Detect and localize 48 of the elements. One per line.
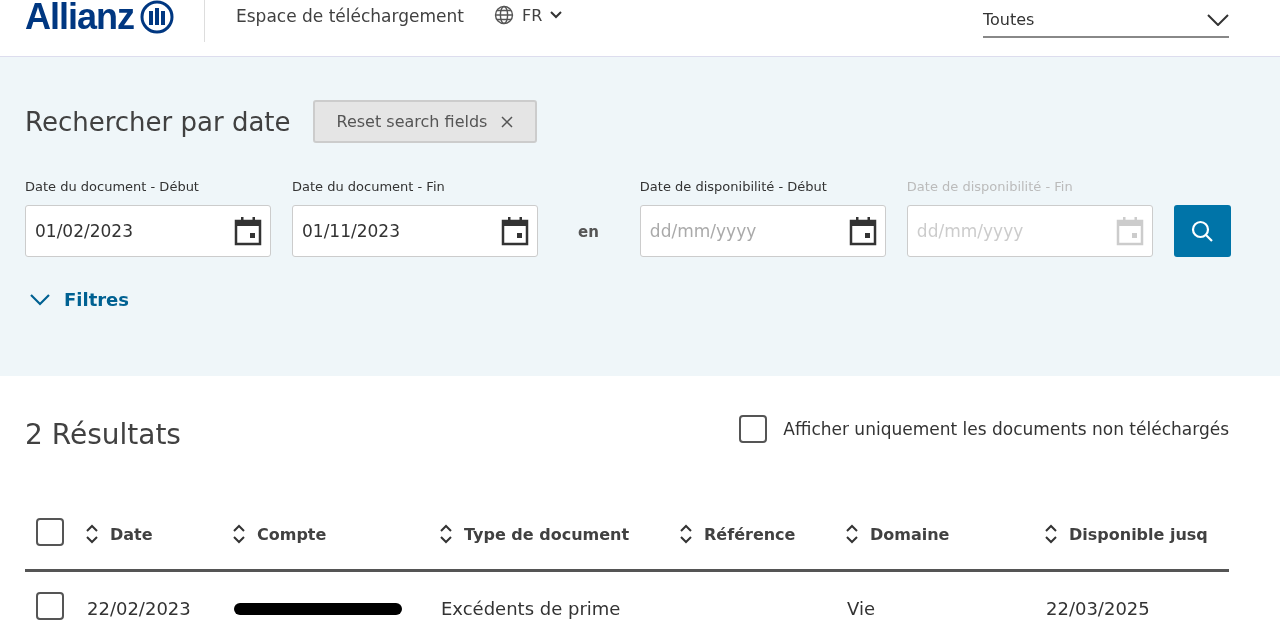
- chevron-down-icon: [1207, 13, 1229, 26]
- column-header[interactable]: Disponible jusq: [1069, 524, 1208, 544]
- site-title: Espace de téléchargement: [236, 6, 464, 26]
- close-icon: [501, 115, 514, 128]
- reset-button[interactable]: Reset search fields: [312, 100, 538, 143]
- language-selector[interactable]: FR: [493, 5, 563, 25]
- table-cell: Excédents de prime: [441, 597, 621, 619]
- select-all-checkbox[interactable]: [36, 518, 64, 546]
- sort-icon[interactable]: [846, 524, 858, 544]
- relation-dropdown[interactable]: Toutes: [983, 10, 1229, 38]
- results-count: 2 Résultats: [25, 418, 181, 451]
- column-header[interactable]: Type de document: [464, 524, 630, 544]
- logo-icon: [140, 0, 174, 34]
- checkbox-label: Afficher uniquement les documents non téléchargés: [783, 418, 1229, 439]
- sort-icon[interactable]: [680, 524, 692, 544]
- table-cell: 22/03/2025: [1046, 597, 1150, 619]
- calendar-icon: [501, 216, 529, 246]
- search-icon: [1190, 219, 1215, 243]
- calendar-icon: [234, 216, 262, 246]
- table-cell: Vie: [847, 597, 875, 619]
- globe-icon: [493, 5, 514, 25]
- date-field[interactable]: 01/02/2023: [25, 205, 271, 257]
- calendar-icon: [848, 216, 877, 246]
- field-label: Date du document - Fin: [292, 179, 446, 194]
- calendar-icon: [1115, 216, 1144, 246]
- date-field[interactable]: 01/11/2023: [292, 205, 538, 257]
- checkbox[interactable]: [739, 414, 768, 443]
- field-label: Date de disponibilité - Fin: [906, 179, 1074, 194]
- sort-icon[interactable]: [1045, 524, 1057, 544]
- search-button[interactable]: [1173, 205, 1231, 257]
- column-header[interactable]: Date: [110, 524, 153, 544]
- table-cell: 22/02/2023: [87, 597, 191, 619]
- row-checkbox[interactable]: [36, 592, 64, 620]
- field-label: Date du document - Début: [25, 179, 200, 194]
- field-label: Date de disponibilité - Début: [639, 179, 828, 194]
- column-header[interactable]: Compte: [257, 524, 327, 544]
- sort-icon[interactable]: [86, 524, 98, 544]
- chevron-down-icon: [550, 11, 563, 19]
- date-field[interactable]: dd/mm/yyyy: [639, 205, 886, 257]
- section-title: Rechercher par date: [25, 106, 291, 137]
- column-header[interactable]: Référence: [704, 524, 796, 544]
- column-header[interactable]: Domaine: [870, 524, 950, 544]
- filters-toggle[interactable]: Filtres: [25, 289, 130, 310]
- logo-text: Allianz: [25, 0, 134, 38]
- chevron-icon: [30, 293, 50, 306]
- sort-icon[interactable]: [440, 524, 452, 544]
- sort-icon[interactable]: [233, 524, 245, 544]
- separator-text: en: [578, 223, 599, 241]
